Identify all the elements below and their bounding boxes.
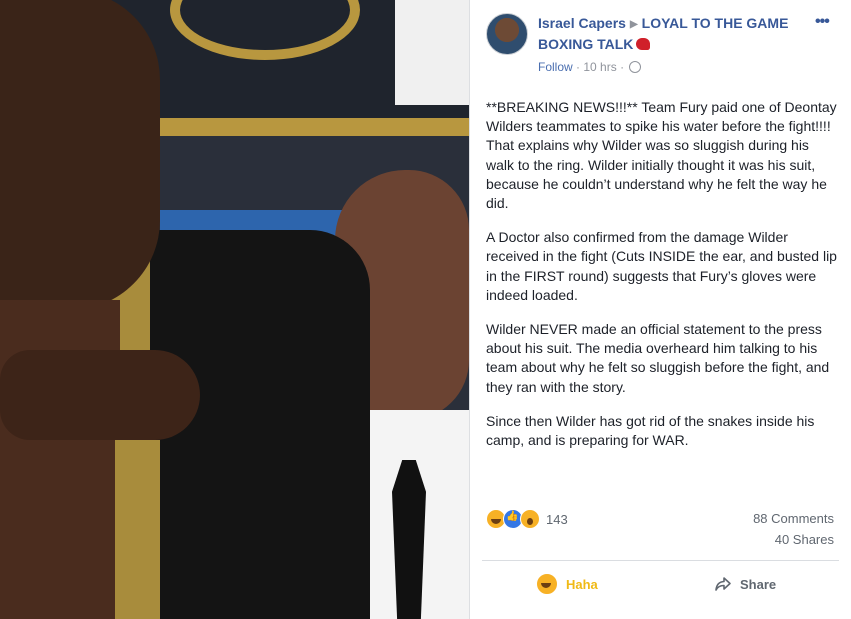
post-header: Israel Capers ▶ LOYAL TO THE GAME [538,15,788,31]
boxing-glove-icon [636,38,651,50]
timestamp[interactable]: 10 hrs [583,60,616,74]
post-paragraph: Wilder NEVER made an official statement … [486,321,830,395]
reaction-count: 143 [546,511,568,527]
post-paragraph: **BREAKING NEWS!!!** Team Fury paid one … [486,99,837,212]
backdrop-sign [395,0,469,105]
post-photo[interactable] [0,0,469,619]
follow-link[interactable]: Follow [538,60,573,74]
haha-button[interactable]: Haha [536,571,598,597]
foreground-person-hand [0,350,200,440]
reaction-summary[interactable]: 143 [486,508,568,530]
background-person-tie [392,460,426,619]
group-link-line2[interactable]: BOXING TALK [538,36,651,52]
share-button[interactable]: Share [714,571,776,597]
group-link[interactable]: LOYAL TO THE GAME [642,15,789,31]
more-options-icon[interactable]: ••• [815,13,830,31]
comments-count[interactable]: 88 Comments [753,511,834,526]
foreground-person-head [0,0,160,310]
globe-icon[interactable] [629,61,642,73]
haha-icon [536,573,558,595]
right-triangle-icon: ▶ [629,19,638,30]
post-paragraph: Since then Wilder has got rid of the sna… [486,412,815,449]
post-paragraph: A Doctor also confirmed from the damage … [486,229,837,303]
shares-count[interactable]: 40 Shares [775,532,834,547]
haha-label: Haha [566,576,598,592]
foreground-person-chest [0,300,120,619]
share-arrow-icon [715,577,731,591]
meta-separator: · [576,60,581,74]
author-avatar[interactable] [486,13,528,55]
author-link[interactable]: Israel Capers [538,15,626,31]
group-name-line2: BOXING TALK [538,36,634,52]
meta-separator-2: · [620,60,625,74]
post-body: **BREAKING NEWS!!!** Team Fury paid one … [486,98,838,465]
foreground-person [0,0,370,619]
post-panel: Israel Capers ▶ LOYAL TO THE GAME ••• BOXI… [470,0,851,619]
wow-reaction-icon [520,509,540,529]
robe-trim-lower [115,440,160,619]
post-meta: Follow · 10 hrs · [538,60,642,74]
action-divider [482,560,839,561]
share-label: Share [740,576,777,592]
